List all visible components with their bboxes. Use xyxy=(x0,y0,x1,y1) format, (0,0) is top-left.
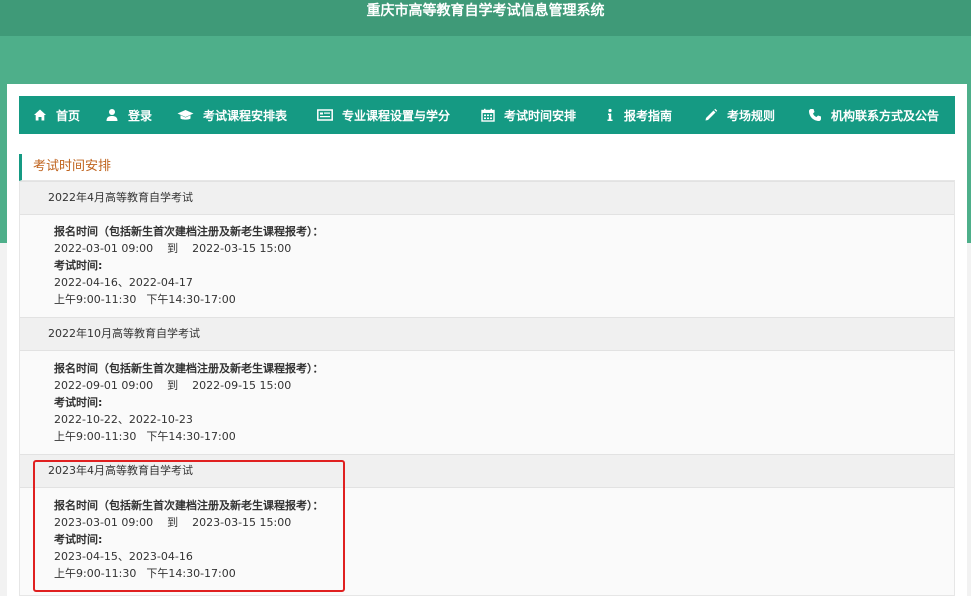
nav-item-exam-time[interactable]: 考试时间安排 xyxy=(481,96,576,134)
registration-start: 2022-09-01 09:00 xyxy=(54,379,154,392)
calendar-icon xyxy=(481,108,495,122)
registration-end: 2022-03-15 15:00 xyxy=(192,242,292,255)
registration-start: 2022-03-01 09:00 xyxy=(54,242,154,255)
registration-end: 2022-09-15 15:00 xyxy=(192,379,292,392)
nav-item-label: 机构联系方式及公告 xyxy=(831,108,940,123)
nav-item-label: 考试时间安排 xyxy=(504,108,577,123)
main-nav: 首页 登录 考试课程安排表 专业课程设置与学分 考试时间安排 报考指南 考场规则… xyxy=(19,96,955,134)
registration-to: 到 xyxy=(167,379,179,392)
exam-time-label: 考试时间: xyxy=(54,259,103,272)
site-title: 重庆市高等教育自学考试信息管理系统 xyxy=(366,3,605,19)
exam-header: 2022年10月高等教育自学考试 xyxy=(20,317,954,351)
nav-item-guide[interactable]: 报考指南 xyxy=(605,96,672,134)
exam-dates: 2023-04-15、2023-04-16 xyxy=(54,550,193,563)
user-icon xyxy=(105,108,119,122)
registration-period: 2022-03-01 09:00 到 2022-03-15 15:00 xyxy=(54,240,954,257)
registration-to: 到 xyxy=(167,242,179,255)
morning-session: 上午9:00-11:30 xyxy=(54,293,137,306)
header-band xyxy=(0,36,971,84)
nav-item-label: 专业课程设置与学分 xyxy=(342,108,451,123)
registration-period: 2022-09-01 09:00 到 2022-09-15 15:00 xyxy=(54,377,954,394)
pencil-icon xyxy=(704,108,718,122)
exam-sessions: 上午9:00-11:30 下午14:30-17:00 xyxy=(54,428,954,445)
afternoon-session: 下午14:30-17:00 xyxy=(146,567,236,580)
list-card-icon xyxy=(317,108,333,122)
nav-item-contact[interactable]: 机构联系方式及公告 xyxy=(808,96,939,134)
exam-time-label: 考试时间: xyxy=(54,396,103,409)
home-icon xyxy=(33,108,47,122)
nav-item-course-schedule[interactable]: 考试课程安排表 xyxy=(177,96,287,134)
nav-item-major-courses[interactable]: 专业课程设置与学分 xyxy=(317,96,450,134)
info-icon xyxy=(605,108,615,122)
nav-item-label: 登录 xyxy=(128,108,153,123)
exam-dates: 2022-04-16、2022-04-17 xyxy=(54,276,193,289)
registration-label: 报名时间（包括新生首次建档注册及新老生课程报考）： xyxy=(54,362,324,375)
nav-item-exam-rules[interactable]: 考场规则 xyxy=(704,96,775,134)
section-title: 考试时间安排 xyxy=(19,154,955,181)
registration-label: 报名时间（包括新生首次建档注册及新老生课程报考）： xyxy=(54,499,324,512)
registration-label: 报名时间（包括新生首次建档注册及新老生课程报考）： xyxy=(54,225,324,238)
exam-header: 2022年4月高等教育自学考试 xyxy=(20,181,954,215)
afternoon-session: 下午14:30-17:00 xyxy=(146,293,236,306)
registration-to: 到 xyxy=(167,516,179,529)
nav-item-label: 首页 xyxy=(56,108,81,123)
afternoon-session: 下午14:30-17:00 xyxy=(146,430,236,443)
nav-item-label: 报考指南 xyxy=(624,108,673,123)
exam-details: 报名时间（包括新生首次建档注册及新老生课程报考）： 2022-09-01 09:… xyxy=(20,352,954,455)
exam-details: 报名时间（包括新生首次建档注册及新老生课程报考）： 2023-03-01 09:… xyxy=(20,489,954,592)
nav-item-label: 考场规则 xyxy=(727,108,776,123)
exam-dates: 2022-10-22、2022-10-23 xyxy=(54,413,193,426)
registration-start: 2023-03-01 09:00 xyxy=(54,516,154,529)
morning-session: 上午9:00-11:30 xyxy=(54,430,137,443)
exam-time-label: 考试时间: xyxy=(54,533,103,546)
nav-item-home[interactable]: 首页 xyxy=(33,96,80,134)
nav-item-login[interactable]: 登录 xyxy=(105,96,152,134)
exam-sessions: 上午9:00-11:30 下午14:30-17:00 xyxy=(54,291,954,308)
nav-item-label: 考试课程安排表 xyxy=(203,108,288,123)
exam-header: 2023年4月高等教育自学考试 xyxy=(20,454,954,488)
exam-sessions: 上午9:00-11:30 下午14:30-17:00 xyxy=(54,565,954,582)
graduation-cap-icon xyxy=(177,108,194,122)
exam-details: 报名时间（包括新生首次建档注册及新老生课程报考）： 2022-03-01 09:… xyxy=(20,215,954,318)
registration-period: 2023-03-01 09:00 到 2023-03-15 15:00 xyxy=(54,514,954,531)
registration-end: 2023-03-15 15:00 xyxy=(192,516,292,529)
morning-session: 上午9:00-11:30 xyxy=(54,567,137,580)
phone-icon xyxy=(808,108,822,122)
